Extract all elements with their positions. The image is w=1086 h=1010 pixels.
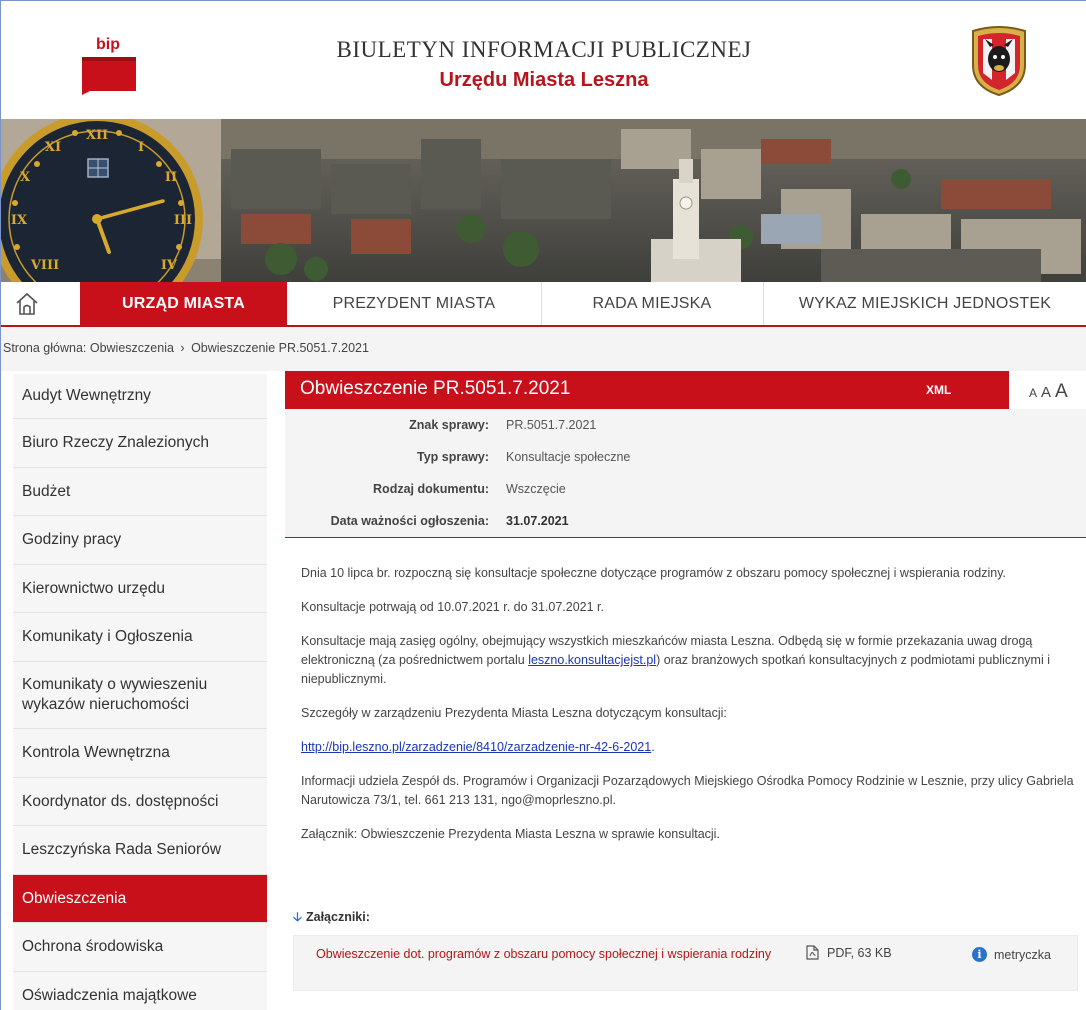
svg-text:X: X — [20, 170, 31, 185]
breadcrumb-current: Obwieszczenie PR.5051.7.2021 — [191, 341, 369, 355]
nav-item-prezydent-miasta[interactable]: PREZYDENT MIASTA — [287, 282, 541, 325]
city-crest-icon — [972, 26, 1026, 97]
attachment-row: Obwieszczenie dot. programów z obszaru p… — [293, 935, 1078, 991]
svg-text:IX: IX — [11, 213, 28, 228]
body-paragraph: Informacji udziela Zespół ds. Programów … — [301, 774, 1074, 807]
meta-row: Znak sprawy: PR.5051.7.2021 — [285, 409, 1086, 441]
body-paragraph: Dnia 10 lipca br. rozpoczną się konsulta… — [301, 566, 1006, 580]
meta-value: Konsultacje społeczne — [506, 450, 631, 464]
meta-value: 31.07.2021 — [506, 514, 569, 528]
document-header: Obwieszczenie PR.5051.7.2021 XML — [285, 371, 1009, 409]
main-nav: URZĄD MIASTA PREZYDENT MIASTA RADA MIEJS… — [1, 282, 1086, 327]
font-size-large-button[interactable]: A — [1055, 381, 1068, 402]
town-hall-clock-image: XII I II III IV VIII IX X XI — [1, 119, 221, 282]
sidebar-item-komunikaty-wykazy[interactable]: Komunikaty o wywieszeniu wykazów nieruch… — [13, 662, 267, 729]
svg-text:III: III — [174, 213, 192, 228]
meta-value: Wszczęcie — [506, 482, 566, 496]
attachments-heading: 🡣 Załączniki: — [293, 908, 370, 929]
meta-row: Data ważności ogłoszenia: 31.07.2021 — [285, 505, 1086, 537]
svg-text:XII: XII — [86, 128, 108, 143]
attachments-heading-label: Załączniki: — [305, 910, 370, 924]
breadcrumb-root-link[interactable]: Strona główna: Obwieszczenia — [3, 341, 174, 355]
metryczka-button[interactable]: i metryczka — [972, 947, 1051, 962]
document-title: Obwieszczenie PR.5051.7.2021 — [300, 378, 571, 399]
svg-text:VIII: VIII — [30, 258, 59, 273]
site-subtitle: Urzędu Miasta Leszna — [439, 69, 649, 91]
site-header: bip BIULETYN INFORMACJI PUBLICZNEJ Urzęd… — [1, 1, 1086, 119]
city-aerial-image — [221, 119, 1086, 282]
nav-item-rada-miejska[interactable]: RADA MIEJSKA — [541, 282, 763, 325]
svg-text:XI: XI — [45, 140, 61, 155]
sidebar-item-koordynator[interactable]: Koordynator ds. dostępności — [13, 778, 267, 826]
sidebar-item-obwieszczenia[interactable]: Obwieszczenia — [13, 875, 267, 923]
nav-item-wykaz-jednostek[interactable]: WYKAZ MIEJSKICH JEDNOSTEK — [763, 282, 1086, 325]
font-size-medium-button[interactable]: A — [1041, 384, 1051, 401]
sidebar: Audyt Wewnętrzny Biuro Rzeczy Znaleziony… — [13, 374, 267, 1010]
page-frame: bip BIULETYN INFORMACJI PUBLICZNEJ Urzęd… — [0, 0, 1086, 1010]
body-paragraph: Szczegóły w zarządzeniu Prezydenta Miast… — [301, 706, 727, 720]
header-banner: XII I II III IV VIII IX X XI — [1, 119, 1086, 282]
svg-text:I: I — [138, 140, 144, 155]
sidebar-item-godziny-pracy[interactable]: Godziny pracy — [13, 516, 267, 565]
meta-row: Typ sprawy: Konsultacje społeczne — [285, 441, 1086, 473]
body-text-segment: . — [651, 740, 655, 754]
sidebar-item-rada-seniorow[interactable]: Leszczyńska Rada Seniorów — [13, 826, 267, 875]
attachment-size: PDF, 63 KB — [827, 945, 892, 960]
pdf-file-icon — [806, 945, 819, 960]
metryczka-label: metryczka — [994, 947, 1051, 962]
svg-text:II: II — [165, 170, 177, 185]
site-title: BIULETYN INFORMACJI PUBLICZNEJ — [336, 37, 752, 62]
home-icon[interactable] — [13, 290, 41, 318]
body-paragraph: Konsultacje mają zasięg ogólny, obejmują… — [301, 632, 1081, 689]
meta-value: PR.5051.7.2021 — [506, 418, 597, 432]
konsultacje-portal-link[interactable]: leszno.konsultacjejst.pl — [528, 653, 656, 667]
sidebar-item-kontrola[interactable]: Kontrola Wewnętrzna — [13, 729, 267, 778]
font-size-small-button[interactable]: A — [1029, 386, 1037, 400]
attachment-file-info: PDF, 63 KB — [806, 945, 892, 960]
body-paragraph: Konsultacje potrwają od 10.07.2021 r. do… — [301, 600, 605, 614]
sidebar-item-biuro-rzeczy[interactable]: Biuro Rzeczy Znalezionych — [13, 419, 267, 468]
meta-label: Rodzaj dokumentu: — [373, 482, 489, 496]
arrow-down-icon: 🡣 — [293, 910, 302, 924]
xml-link[interactable]: XML — [926, 383, 951, 397]
font-size-switcher: AAA — [1029, 381, 1072, 403]
body-paragraph: Załącznik: Obwieszczenie Prezydenta Mias… — [301, 827, 720, 841]
meta-label: Znak sprawy: — [409, 418, 489, 432]
sidebar-item-oswiadczenia[interactable]: Oświadczenia majątkowe — [13, 972, 267, 1010]
attachment-link[interactable]: Obwieszczenie dot. programów z obszaru p… — [316, 945, 796, 964]
meta-label: Data ważności ogłoszenia: — [330, 514, 489, 528]
breadcrumb-separator: › — [180, 341, 185, 355]
body-paragraph: http://bip.leszno.pl/zarzadzenie/8410/za… — [301, 738, 1081, 757]
sidebar-item-komunikaty[interactable]: Komunikaty i Ogłoszenia — [13, 613, 267, 662]
meta-label: Typ sprawy: — [416, 450, 489, 464]
meta-row: Rodzaj dokumentu: Wszczęcie — [285, 473, 1086, 505]
breadcrumb: Strona główna: Obwieszczenia › Obwieszcz… — [1, 327, 1086, 371]
document-body: Dnia 10 lipca br. rozpoczną się konsulta… — [301, 564, 1081, 859]
sidebar-item-kierownictwo[interactable]: Kierownictwo urzędu — [13, 565, 267, 613]
info-icon: i — [972, 947, 987, 962]
nav-item-urzad-miasta[interactable]: URZĄD MIASTA — [80, 282, 287, 325]
zarzadzenie-link[interactable]: http://bip.leszno.pl/zarzadzenie/8410/za… — [301, 740, 651, 754]
sidebar-item-audyt[interactable]: Audyt Wewnętrzny — [13, 374, 267, 419]
sidebar-item-budzet[interactable]: Budżet — [13, 468, 267, 516]
document-metadata: Znak sprawy: PR.5051.7.2021 Typ sprawy: … — [285, 409, 1086, 538]
sidebar-item-ochrona-srodowiska[interactable]: Ochrona środowiska — [13, 923, 267, 972]
svg-text:IV: IV — [161, 258, 178, 273]
